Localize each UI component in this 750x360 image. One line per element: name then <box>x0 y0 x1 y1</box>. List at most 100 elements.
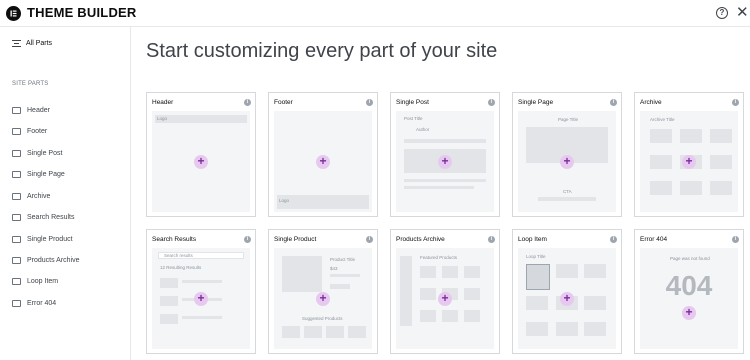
loop-item-icon <box>12 278 21 285</box>
card-title: Single Post <box>396 99 429 106</box>
add-template-button[interactable]: + <box>682 154 696 169</box>
add-template-button[interactable]: + <box>438 154 452 169</box>
card-thumbnail: Logo + <box>274 111 372 212</box>
card-loop-item[interactable]: Loop Item i Loop Title + <box>512 229 622 354</box>
sidebar-item-label: Single Product <box>27 236 73 243</box>
card-thumbnail: Page Title CTA + <box>518 111 616 212</box>
sidebar-all-parts[interactable]: All Parts <box>12 40 52 47</box>
sidebar-item-products-archive[interactable]: Products Archive <box>12 257 80 264</box>
sidebar-item-label: Products Archive <box>27 257 80 264</box>
app-title: THEME BUILDER <box>27 5 137 20</box>
thumb-label: Logo <box>157 116 168 121</box>
card-thumbnail: Page was not found 404 + <box>640 248 738 349</box>
card-single-product[interactable]: Single Product i Product Title $43 Sugge… <box>268 229 378 354</box>
card-thumbnail: Featured Products + <box>396 248 494 349</box>
sidebar-item-label: Archive <box>27 193 51 200</box>
card-single-post[interactable]: Single Post i Post Title Author + <box>390 92 500 217</box>
info-icon[interactable]: i <box>732 236 739 243</box>
card-thumbnail: Logo + <box>152 111 250 212</box>
card-thumbnail: Search results 12 Resulting Results + <box>152 248 250 349</box>
add-template-button[interactable]: + <box>682 305 696 320</box>
products-archive-icon <box>12 257 21 264</box>
info-icon[interactable]: i <box>244 99 251 106</box>
card-thumbnail: Archive Title + <box>640 111 738 212</box>
card-thumbnail: Loop Title + <box>518 248 616 349</box>
info-icon[interactable]: i <box>366 99 373 106</box>
sidebar-item-loop-item[interactable]: Loop Item <box>12 278 58 285</box>
card-title: Loop Item <box>518 236 547 243</box>
error-code: 404 <box>665 270 713 301</box>
thumb-label: 12 Resulting Results <box>160 265 202 270</box>
product-price: $43 <box>330 266 338 271</box>
question-circle-icon[interactable]: ? <box>716 7 728 19</box>
thumb-label: Archive Title <box>650 117 675 122</box>
card-products-archive[interactable]: Products Archive i Featured Products + <box>390 229 500 354</box>
info-icon[interactable]: i <box>488 99 495 106</box>
add-template-button[interactable]: + <box>194 154 208 169</box>
sidebar-item-error-404[interactable]: Error 404 <box>12 300 56 307</box>
error-404-icon <box>12 300 21 307</box>
sidebar-item-label: Header <box>27 107 50 114</box>
add-template-button[interactable]: + <box>438 291 452 306</box>
sidebar-item-single-post[interactable]: Single Post <box>12 150 62 157</box>
sidebar: All Parts SITE PARTS Header Footer Singl… <box>0 27 131 360</box>
sidebar-item-archive[interactable]: Archive <box>12 193 50 200</box>
add-template-button[interactable]: + <box>560 291 574 306</box>
info-icon[interactable]: i <box>732 99 739 106</box>
card-title: Error 404 <box>640 236 668 243</box>
thumb-label: Page Title <box>558 117 579 122</box>
all-parts-label: All Parts <box>26 40 53 47</box>
info-icon[interactable]: i <box>366 236 373 243</box>
sidebar-item-label: Loop Item <box>27 278 59 285</box>
main-content: Start customizing every part of your sit… <box>131 27 750 360</box>
thumb-label: Page was not found <box>670 256 710 261</box>
card-title: Archive <box>640 99 662 106</box>
card-footer[interactable]: Footer i Logo + <box>268 92 378 217</box>
card-single-page[interactable]: Single Page i Page Title CTA + <box>512 92 622 217</box>
top-bar: THEME BUILDER ? ✕ <box>0 0 750 27</box>
card-thumbnail: Product Title $43 Suggested Products + <box>274 248 372 349</box>
sidebar-item-single-page[interactable]: Single Page <box>12 171 65 178</box>
archive-icon <box>12 193 21 200</box>
thumb-label-2: CTA <box>563 189 572 194</box>
sidebar-item-header[interactable]: Header <box>12 107 50 114</box>
thumb-label-2: Author <box>416 127 430 132</box>
filter-icon <box>12 40 21 47</box>
thumb-label: Featured Products <box>420 255 458 260</box>
info-icon[interactable]: i <box>488 236 495 243</box>
sidebar-item-label: Error 404 <box>27 300 57 307</box>
close-icon[interactable]: ✕ <box>736 3 749 21</box>
card-archive[interactable]: Archive i Archive Title + <box>634 92 744 217</box>
sidebar-item-footer[interactable]: Footer <box>12 128 47 135</box>
single-page-icon <box>12 171 21 178</box>
page-title: Start customizing every part of your sit… <box>146 40 498 62</box>
site-parts-heading: SITE PARTS <box>12 81 49 87</box>
sidebar-item-single-product[interactable]: Single Product <box>12 236 73 243</box>
single-post-icon <box>12 150 21 157</box>
card-title: Search Results <box>152 236 197 243</box>
info-icon[interactable]: i <box>244 236 251 243</box>
info-icon[interactable]: i <box>610 236 617 243</box>
search-results-icon <box>12 214 21 221</box>
card-thumbnail: Post Title Author + <box>396 111 494 212</box>
card-title: Products Archive <box>396 236 445 243</box>
thumb-label: Loop Title <box>526 254 546 259</box>
info-icon[interactable]: i <box>610 99 617 106</box>
search-placeholder: Search results <box>164 253 193 258</box>
add-template-button[interactable]: + <box>316 291 330 306</box>
sidebar-item-label: Footer <box>27 128 48 135</box>
add-template-button[interactable]: + <box>194 291 208 306</box>
sidebar-item-label: Search Results <box>27 214 75 221</box>
card-search-results[interactable]: Search Results i Search results 12 Resul… <box>146 229 256 354</box>
card-title: Single Product <box>274 236 317 243</box>
footer-icon <box>12 128 21 135</box>
card-header[interactable]: Header i Logo + <box>146 92 256 217</box>
product-title: Product Title <box>330 257 356 262</box>
card-error-404[interactable]: Error 404 i Page was not found 404 + <box>634 229 744 354</box>
sidebar-item-search-results[interactable]: Search Results <box>12 214 74 221</box>
add-template-button[interactable]: + <box>316 154 330 169</box>
suggested-label: Suggested Products <box>302 316 343 321</box>
add-template-button[interactable]: + <box>560 154 574 169</box>
card-title: Header <box>152 99 174 106</box>
elementor-logo-icon <box>6 6 21 21</box>
